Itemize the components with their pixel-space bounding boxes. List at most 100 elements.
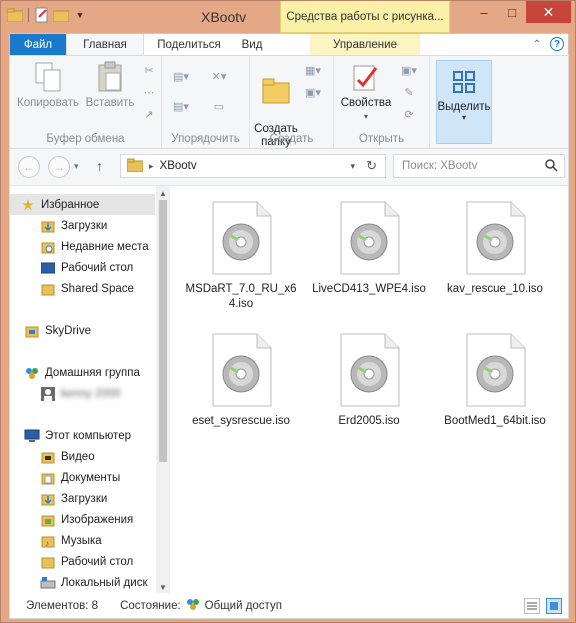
skydrive-icon (24, 323, 40, 339)
recent-locations-icon[interactable]: ▾ (74, 161, 79, 172)
nav-item-user[interactable]: kenny 2000 (10, 383, 120, 404)
delete-icon[interactable]: ✕▾ (210, 68, 228, 84)
nav-item-skydrive[interactable]: SkyDrive (10, 320, 91, 341)
paste-shortcut-icon[interactable]: ↗ (140, 106, 158, 122)
properties-icon (350, 60, 382, 94)
file-item[interactable]: kav_rescue_10.iso (435, 200, 555, 297)
tab-view[interactable]: Вид (232, 34, 272, 56)
items-count: Элементов: 8 (26, 599, 99, 612)
star-icon: ★ (21, 196, 35, 214)
copy-to-icon[interactable]: ▤▾ (172, 98, 190, 114)
customize-dropdown-icon[interactable]: ▼ (72, 7, 88, 23)
nav-item-homegroup[interactable]: Домашняя группа (10, 362, 140, 383)
group-label-organize: Упорядочить (171, 133, 240, 145)
group-label-clipboard: Буфер обмена (46, 133, 125, 145)
status-bar: Элементов: 8 Состояние: Общий доступ (9, 593, 569, 619)
close-button[interactable]: ✕ (526, 1, 571, 23)
nav-item-videos[interactable]: Видео (10, 446, 95, 467)
nav-item-downloads-pc[interactable]: Загрузки (10, 488, 107, 509)
open-icon[interactable]: ▣▾ (400, 62, 418, 78)
shared-icon (185, 597, 201, 614)
nav-item-downloads[interactable]: Загрузки (10, 215, 107, 236)
file-name: MSDaRT_7.0_RU_x64.iso (185, 283, 297, 310)
new-folder-icon[interactable] (53, 7, 69, 23)
local-disk-icon (40, 575, 56, 591)
file-item[interactable]: eset_sysrescue.iso (181, 332, 301, 429)
up-arrow-icon[interactable]: ↑ (96, 158, 103, 174)
history-icon[interactable]: ⟳ (400, 106, 418, 122)
properties-icon[interactable] (34, 7, 50, 23)
address-box[interactable]: ▸ XBootv ▾ ↻ (120, 154, 386, 178)
cut-icon[interactable]: ✂ (140, 62, 158, 78)
path-folder[interactable]: XBootv (160, 160, 197, 172)
properties-button[interactable]: Свойства ▾ (338, 60, 394, 123)
nav-item-favorites[interactable]: ★ Избранное (10, 194, 155, 215)
refresh-icon[interactable]: ↻ (366, 158, 377, 174)
edit-icon[interactable]: ✎ (400, 84, 418, 100)
file-item[interactable]: Erd2005.iso (309, 332, 429, 429)
group-label-open: Открыть (358, 133, 405, 145)
nav-item-recent-places[interactable]: Недавние места (10, 236, 149, 257)
downloads-folder-icon (40, 218, 56, 234)
copy-button[interactable]: Копировать (16, 60, 80, 110)
large-icons-view-icon[interactable] (546, 598, 562, 614)
maximize-button[interactable]: □ (498, 1, 526, 23)
file-item[interactable]: MSDaRT_7.0_RU_x64.iso (181, 200, 301, 312)
tab-manage[interactable]: Управление (310, 34, 420, 56)
nav-item-desktop[interactable]: Рабочий стол (10, 257, 133, 278)
file-name: BootMed1_64bit.iso (444, 415, 546, 427)
select-button[interactable]: Выделить ▾ (436, 60, 492, 144)
rename-icon[interactable]: ▭ (210, 98, 228, 114)
tab-share[interactable]: Поделиться (148, 34, 230, 56)
forward-button[interactable]: → (48, 156, 70, 178)
scroll-up-icon[interactable]: ▲ (156, 186, 170, 200)
paste-button[interactable]: Вставить (82, 60, 138, 110)
help-icon[interactable]: ? (550, 37, 564, 51)
paste-icon (94, 60, 126, 94)
select-grid-icon (449, 67, 479, 97)
easy-access-icon[interactable]: ▣▾ (304, 84, 322, 100)
search-icon[interactable] (544, 158, 558, 175)
tab-home[interactable]: Главная (66, 34, 144, 56)
desktop-icon (40, 260, 56, 276)
nav-item-music[interactable]: ♪ Музыка (10, 530, 102, 551)
nav-item-documents[interactable]: Документы (10, 467, 120, 488)
copy-path-icon[interactable]: ⋯ (140, 84, 158, 100)
tab-file[interactable]: Файл (10, 34, 66, 56)
details-view-icon[interactable] (524, 598, 540, 614)
window-title: XBootv (201, 9, 247, 25)
file-item[interactable]: BootMed1_64bit.iso (435, 332, 555, 429)
disc-image-icon (209, 332, 273, 408)
nav-scrollbar[interactable]: ▲ ▼ (156, 186, 170, 594)
scroll-thumb[interactable] (159, 200, 167, 462)
disc-image-icon (337, 200, 401, 276)
state-value: Общий доступ (204, 599, 282, 612)
nav-item-local-disk[interactable]: Локальный диск (10, 572, 147, 593)
computer-icon (24, 428, 40, 444)
file-item[interactable]: LiveCD413_WPE4.iso (309, 200, 429, 297)
create-group: Создать папку ▦▾ ▣▾ Создать (250, 56, 334, 148)
disc-image-icon (337, 332, 401, 408)
context-tab-title: Средства работы с рисунка... (280, 1, 450, 33)
nav-item-this-pc[interactable]: Этот компьютер (10, 425, 131, 446)
disc-image-icon (209, 200, 273, 276)
documents-folder-icon (40, 470, 56, 486)
address-bar-row: ← → ▾ ↑ ▸ XBootv ▾ ↻ Поиск: XBootv (9, 149, 569, 185)
nav-item-desktop-pc[interactable]: Рабочий стол (10, 551, 133, 572)
minimize-button[interactable]: – (470, 1, 498, 23)
nav-item-shared-space[interactable]: Shared Space (10, 278, 134, 299)
back-button[interactable]: ← (18, 156, 40, 178)
chevron-up-icon[interactable]: ⌃ (530, 37, 544, 51)
homegroup-icon (24, 365, 40, 381)
nav-item-pictures[interactable]: Изображения (10, 509, 133, 530)
file-name: LiveCD413_WPE4.iso (312, 283, 426, 295)
scroll-down-icon[interactable]: ▼ (156, 580, 170, 594)
folder-icon[interactable] (7, 7, 23, 23)
new-item-icon[interactable]: ▦▾ (304, 62, 322, 78)
search-input[interactable]: Поиск: XBootv (393, 154, 565, 178)
new-folder-icon (260, 73, 292, 107)
chevron-down-icon[interactable]: ▾ (350, 161, 355, 172)
music-folder-icon: ♪ (40, 533, 56, 549)
move-to-icon[interactable]: ▤▾ (172, 68, 190, 84)
explorer-window: ▼ XBootv Средства работы с рисунка... – … (0, 0, 576, 623)
